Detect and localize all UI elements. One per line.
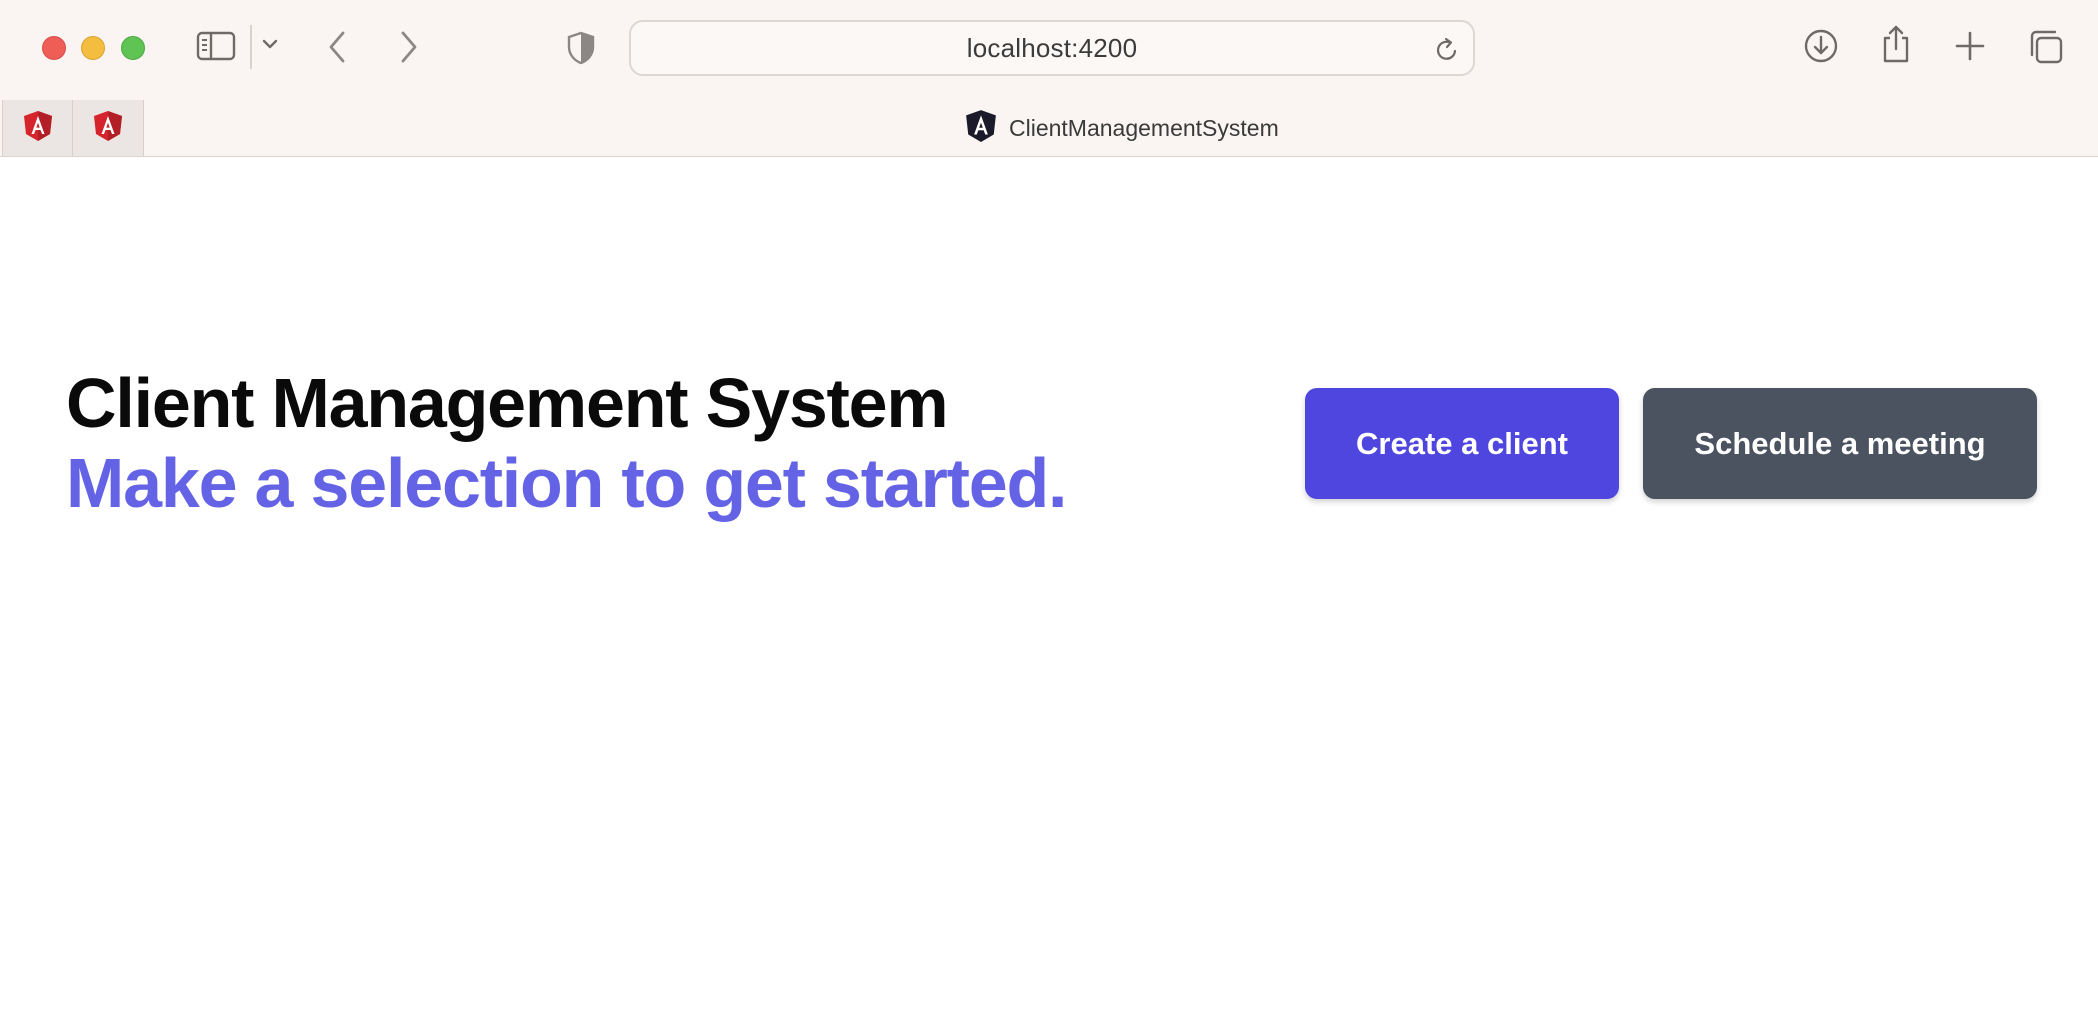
- active-tab[interactable]: ClientManagementSystem: [965, 100, 1279, 156]
- address-bar[interactable]: localhost:4200: [629, 20, 1475, 76]
- close-window-button[interactable]: [42, 36, 66, 60]
- schedule-meeting-button[interactable]: Schedule a meeting: [1643, 388, 2037, 499]
- create-client-button[interactable]: Create a client: [1305, 388, 1619, 499]
- pinned-tab[interactable]: [2, 100, 73, 156]
- tab-overview-icon[interactable]: [2028, 29, 2064, 65]
- page-title: Client Management System: [66, 364, 949, 442]
- page-heading: Client Management System Make a selectio…: [66, 363, 1067, 523]
- reload-icon[interactable]: [1435, 37, 1459, 68]
- angular-icon: [93, 110, 123, 147]
- chevron-down-icon[interactable]: [262, 38, 278, 50]
- browser-window: localhost:4200 ClientManagementSystem Cl…: [0, 0, 2098, 1016]
- angular-icon: [965, 109, 997, 148]
- new-tab-icon[interactable]: [1954, 30, 1986, 62]
- tab-title: ClientManagementSystem: [1009, 114, 1279, 141]
- shield-icon[interactable]: [566, 31, 596, 65]
- pinned-tab[interactable]: [73, 100, 144, 156]
- sidebar-icon[interactable]: [196, 30, 236, 62]
- page-subtitle: Make a selection to get started.: [66, 444, 1067, 522]
- tab-bar: ClientManagementSystem: [0, 100, 2098, 157]
- share-icon[interactable]: [1880, 24, 1912, 64]
- zoom-window-button[interactable]: [121, 36, 145, 60]
- toolbar-divider: [250, 25, 252, 69]
- browser-toolbar: localhost:4200: [0, 0, 2098, 100]
- downloads-icon[interactable]: [1803, 28, 1839, 64]
- address-text: localhost:4200: [966, 32, 1138, 63]
- minimize-window-button[interactable]: [81, 36, 105, 60]
- back-icon[interactable]: [326, 30, 348, 64]
- angular-icon: [23, 110, 53, 147]
- forward-icon[interactable]: [398, 30, 420, 64]
